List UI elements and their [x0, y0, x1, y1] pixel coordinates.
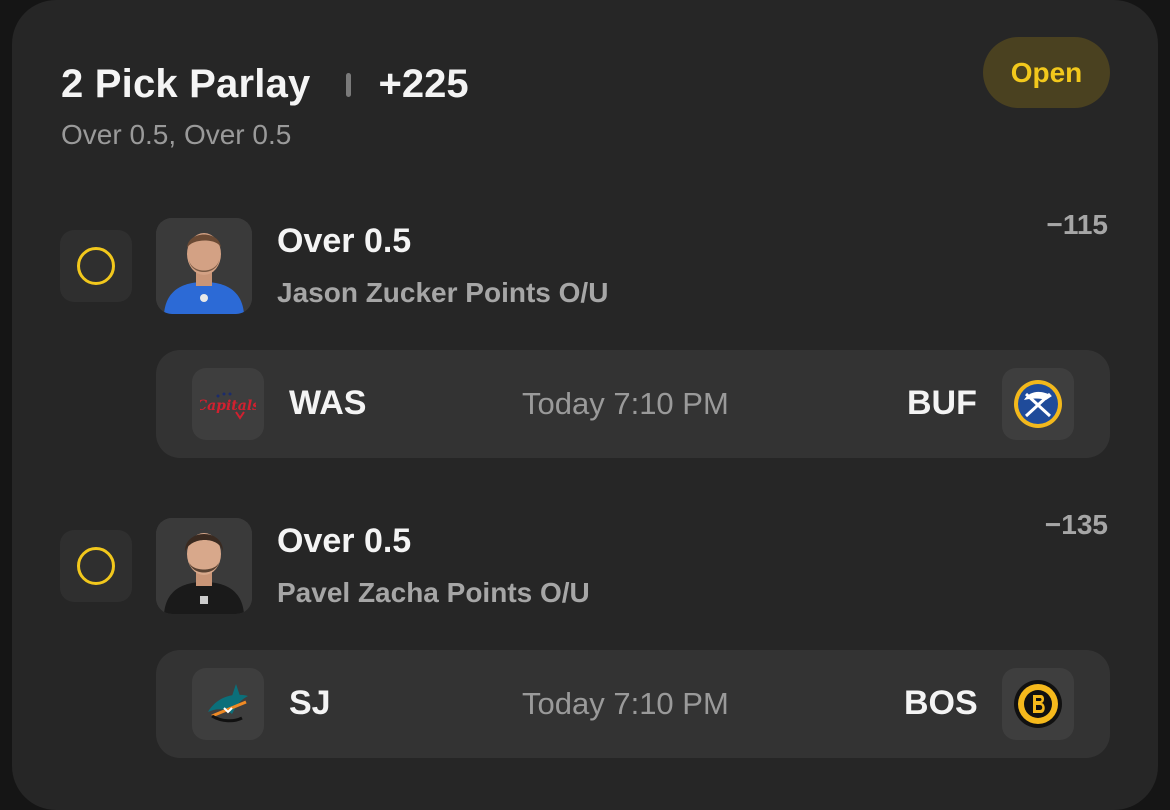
- player-headshot: [156, 518, 252, 614]
- circle-icon: [77, 547, 115, 585]
- sharks-logo-icon: [192, 668, 264, 740]
- pick-market: Pavel Zacha Points O/U: [277, 577, 590, 608]
- pick-select-toggle[interactable]: [60, 530, 132, 602]
- sabres-logo-icon: [1002, 368, 1074, 440]
- home-team: BUF: [907, 384, 977, 422]
- game-matchup[interactable]: Capitals WAS Today 7:10 PM BUF: [156, 350, 1110, 458]
- game-time: Today 7:10 PM: [522, 386, 729, 421]
- bruins-logo-icon: [1002, 668, 1074, 740]
- game-time: Today 7:10 PM: [522, 686, 729, 721]
- pick-market: Jason Zucker Points O/U: [277, 277, 609, 308]
- pick-line: Over 0.5: [277, 522, 412, 560]
- svg-text:Capitals: Capitals: [200, 398, 256, 414]
- pick-row: Over 0.5 Pavel Zacha Points O/U −135 SJ …: [0, 0, 1170, 758]
- capitals-logo-icon: Capitals: [192, 368, 264, 440]
- home-team: BOS: [904, 684, 978, 722]
- player-headshot-icon: [156, 518, 252, 614]
- away-team: WAS: [289, 384, 367, 422]
- game-matchup[interactable]: SJ Today 7:10 PM BOS: [156, 650, 1110, 758]
- pick-odds: −135: [1044, 509, 1108, 540]
- away-team: SJ: [289, 684, 331, 722]
